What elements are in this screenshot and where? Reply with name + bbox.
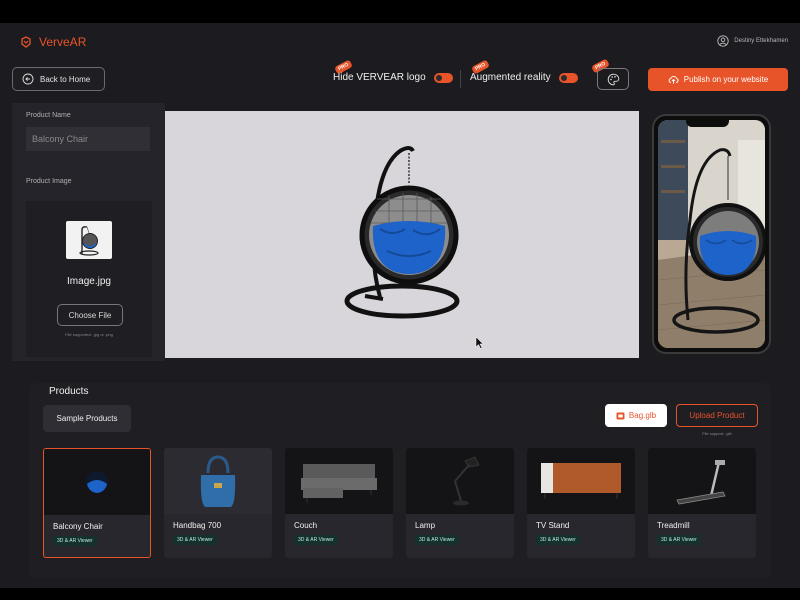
sample-products-tab[interactable]: Sample Products (43, 405, 131, 432)
product-name: TV Stand (536, 521, 570, 530)
hide-logo-label: Hide VERVEAR logo (333, 72, 426, 83)
product-card-lamp[interactable]: Lamp 3D & AR Viewer (406, 448, 514, 558)
viewer-badge: 3D & AR Viewer (657, 535, 701, 545)
products-title: Products (49, 386, 89, 397)
ar-toggle-group: Augmented reality (470, 72, 578, 83)
publish-button[interactable]: Publish on your website (648, 68, 788, 91)
palette-icon (607, 73, 619, 85)
app-window: VerveAR Destiny Ettekhamen Back to Home … (0, 23, 800, 588)
chair-icon (86, 471, 108, 493)
product-card-treadmill[interactable]: Treadmill 3D & AR Viewer (648, 448, 756, 558)
product-image (406, 448, 514, 514)
back-to-home-button[interactable]: Back to Home (12, 67, 105, 91)
toolbar-divider (460, 70, 461, 88)
brand[interactable]: VerveAR (20, 35, 86, 49)
product-name-input[interactable] (26, 127, 150, 151)
file-supported-note: File supported: .jpg or .png (65, 332, 113, 337)
product-image (164, 448, 272, 514)
bag-file-button[interactable]: Bag.glb (605, 404, 667, 427)
product-name: Balcony Chair (53, 522, 103, 531)
user-name: Destiny Ettekhamen (734, 38, 788, 44)
product-form-panel: Product Name Product Image Image.jpg Cho… (12, 103, 165, 361)
viewer-badge: 3D & AR Viewer (173, 535, 217, 545)
product-image (527, 448, 635, 514)
back-label: Back to Home (40, 74, 91, 84)
image-upload-box: Image.jpg Choose File File supported: .j… (26, 201, 152, 357)
product-name: Lamp (415, 521, 436, 530)
viewer-badge: 3D & AR Viewer (53, 536, 97, 546)
top-black-bar (0, 0, 800, 23)
product-cards: Balcony Chair 3D & AR Viewer Handbag 700… (43, 448, 756, 558)
viewer-badge: 3D & AR Viewer (536, 535, 580, 545)
product-image-label: Product Image (26, 178, 72, 185)
3d-viewer[interactable] (165, 111, 639, 358)
upload-product-button[interactable]: Upload Product (676, 404, 758, 427)
product-card-handbag[interactable]: Handbag 700 3D & AR Viewer (164, 448, 272, 558)
viewer-badge: 3D & AR Viewer (294, 535, 338, 545)
verve-logo-icon (21, 36, 31, 48)
hide-logo-toggle-group: Hide VERVEAR logo (333, 72, 453, 83)
lamp-icon (453, 456, 480, 506)
bottom-black-bar (0, 588, 800, 600)
product-name: Treadmill (657, 521, 690, 530)
hide-logo-toggle[interactable] (433, 72, 453, 83)
ar-room-scene (658, 120, 765, 348)
file-box-icon (616, 412, 625, 419)
tv-stand-icon (541, 463, 621, 499)
product-card-couch[interactable]: Couch 3D & AR Viewer (285, 448, 393, 558)
ar-label: Augmented reality (470, 72, 551, 83)
product-name-label: Product Name (26, 112, 71, 119)
product-image (648, 448, 756, 514)
user-avatar-icon (717, 35, 729, 47)
products-section: Products Sample Products Bag.glb Upload … (29, 383, 771, 578)
brand-name: VerveAR (39, 35, 87, 49)
upload-support-note: File support: .glb (702, 431, 732, 436)
hanging-chair-model (344, 146, 484, 349)
viewer-badge: 3D & AR Viewer (415, 535, 459, 545)
product-card-balcony-chair[interactable]: Balcony Chair 3D & AR Viewer (43, 448, 151, 558)
choose-file-button[interactable]: Choose File (57, 304, 123, 326)
product-name: Handbag 700 (173, 521, 222, 530)
phone-notch (686, 119, 729, 127)
publish-label: Publish on your website (683, 75, 769, 84)
cloud-upload-icon (668, 75, 679, 84)
couch-icon (301, 464, 377, 503)
user-menu[interactable]: Destiny Ettekhamen (717, 35, 788, 47)
theme-palette-button[interactable] (597, 68, 629, 90)
product-image (44, 449, 150, 515)
product-image (285, 448, 393, 514)
image-thumbnail (66, 221, 112, 259)
treadmill-icon (676, 460, 726, 505)
image-filename: Image.jpg (67, 276, 111, 287)
phone-screen (658, 120, 765, 348)
product-name: Couch (294, 521, 318, 530)
ar-phone-preview (652, 114, 771, 354)
product-card-tv-stand[interactable]: TV Stand 3D & AR Viewer (527, 448, 635, 558)
handbag-icon (200, 455, 236, 507)
ar-toggle[interactable] (558, 72, 578, 83)
bag-file-label: Bag.glb (628, 411, 657, 420)
arrow-left-circle-icon (22, 73, 34, 85)
hanging-chair-thumb-icon (79, 226, 99, 256)
